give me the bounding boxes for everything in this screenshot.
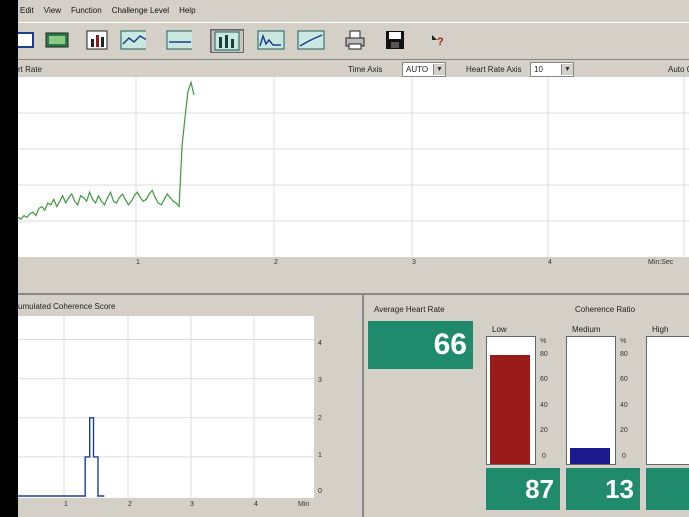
pct-tick: % bbox=[540, 338, 547, 345]
cs-x-tick: 1 bbox=[64, 501, 68, 508]
high-meter bbox=[646, 336, 689, 465]
pct-tick: 80 bbox=[620, 351, 628, 358]
spectrum-icon bbox=[257, 30, 285, 50]
spectrum-button[interactable] bbox=[256, 29, 286, 51]
hr-x-tick: 1 bbox=[136, 259, 140, 266]
cs-y-tick: 4 bbox=[318, 340, 322, 347]
print-icon bbox=[345, 30, 365, 50]
flat-graph-icon bbox=[166, 30, 192, 50]
menu-bar: Edit View Function Challenge Level Help bbox=[18, 0, 689, 20]
cs-x-unit: Min bbox=[298, 501, 310, 508]
cs-x-tick: 2 bbox=[128, 501, 132, 508]
pct-tick: 20 bbox=[620, 427, 628, 434]
menu-edit[interactable]: Edit bbox=[20, 6, 34, 15]
pct-tick: 40 bbox=[540, 402, 548, 409]
auto-label: Auto C bbox=[668, 65, 689, 74]
pct-tick: 80 bbox=[540, 351, 548, 358]
time-axis-value: AUTO bbox=[406, 65, 429, 74]
line-graph-button[interactable] bbox=[120, 29, 146, 51]
time-axis-label: Time Axis bbox=[348, 65, 383, 74]
help-icon: ? bbox=[432, 35, 444, 48]
low-meter-fill bbox=[490, 355, 530, 464]
pct-tick: 0 bbox=[622, 453, 626, 460]
hr-axis-select[interactable]: 10 ▼ bbox=[530, 62, 574, 77]
trend-icon bbox=[297, 30, 325, 50]
cs-y-tick: 0 bbox=[318, 488, 322, 495]
pct-tick: 60 bbox=[620, 376, 628, 383]
cs-x-tick: 4 bbox=[254, 501, 258, 508]
heart-rate-chart bbox=[18, 77, 689, 257]
hr-x-tick: 3 bbox=[412, 259, 416, 266]
flat-graph-button[interactable] bbox=[166, 29, 192, 51]
trend-button[interactable] bbox=[296, 29, 326, 51]
coherence-x-axis: 1 2 3 4 Min bbox=[18, 498, 318, 512]
low-value: 87 bbox=[486, 468, 560, 510]
medium-label: Medium bbox=[572, 325, 601, 334]
menu-function[interactable]: Function bbox=[71, 6, 102, 15]
pct-tick: 0 bbox=[542, 453, 546, 460]
monitor-button[interactable] bbox=[44, 29, 70, 51]
monitor-icon bbox=[45, 32, 69, 48]
coherence-score-title: umulated Coherence Score bbox=[18, 302, 116, 311]
medium-meter-fill bbox=[570, 447, 610, 464]
medium-value: 13 bbox=[566, 468, 640, 510]
medium-meter bbox=[566, 336, 616, 465]
help-button[interactable]: ? bbox=[424, 29, 450, 51]
coherence-y-axis: 4 3 2 1 0 bbox=[314, 316, 362, 506]
chevron-down-icon: ▼ bbox=[561, 64, 573, 75]
chevron-down-icon: ▼ bbox=[433, 64, 445, 75]
coherence-score-chart bbox=[18, 316, 314, 498]
hr-axis-value: 10 bbox=[534, 65, 543, 74]
pct-tick: 20 bbox=[540, 427, 548, 434]
panel-separator bbox=[18, 293, 689, 295]
avg-hr-value: 66 bbox=[368, 321, 473, 369]
time-axis-select[interactable]: AUTO ▼ bbox=[402, 62, 446, 77]
toolbar: ? bbox=[18, 22, 689, 60]
save-icon bbox=[386, 31, 404, 49]
cs-y-tick: 1 bbox=[318, 452, 322, 459]
hr-axis-label: Heart Rate Axis bbox=[466, 65, 522, 74]
hr-x-axis: 1 2 3 4 Min:Sec bbox=[18, 257, 689, 271]
hr-x-tick: 4 bbox=[548, 259, 552, 266]
app-window: Edit View Function Challenge Level Help bbox=[18, 0, 689, 517]
high-value bbox=[646, 468, 689, 510]
high-label: High bbox=[652, 325, 669, 334]
bar-chart-button[interactable] bbox=[84, 29, 110, 51]
cs-y-tick: 3 bbox=[318, 377, 322, 384]
display-button[interactable] bbox=[18, 29, 36, 51]
columns-button[interactable] bbox=[210, 29, 244, 53]
columns-icon bbox=[214, 31, 240, 51]
cs-y-tick: 2 bbox=[318, 415, 322, 422]
menu-view[interactable]: View bbox=[44, 6, 61, 15]
pct-tick: 60 bbox=[540, 376, 548, 383]
low-meter bbox=[486, 336, 536, 465]
hr-panel-title: rt Rate bbox=[18, 65, 43, 74]
print-button[interactable] bbox=[342, 29, 368, 51]
low-label: Low bbox=[492, 325, 507, 334]
line-graph-icon bbox=[120, 30, 146, 50]
hr-panel-header: rt Rate Time Axis AUTO ▼ Heart Rate Axis… bbox=[18, 60, 689, 77]
display-icon bbox=[18, 32, 34, 48]
menu-help[interactable]: Help bbox=[179, 6, 195, 15]
low-pct-scale: % 80 60 40 20 0 bbox=[538, 336, 552, 466]
menu-challenge-level[interactable]: Challenge Level bbox=[112, 6, 169, 15]
pct-tick: % bbox=[620, 338, 627, 345]
avg-hr-label: Average Heart Rate bbox=[374, 305, 445, 314]
hr-x-tick: 2 bbox=[274, 259, 278, 266]
cs-x-tick: 3 bbox=[190, 501, 194, 508]
coherence-score-plot bbox=[18, 316, 314, 498]
medium-pct-scale: % 80 60 40 20 0 bbox=[618, 336, 632, 466]
svg-text:?: ? bbox=[437, 36, 444, 48]
pct-tick: 40 bbox=[620, 402, 628, 409]
bar-chart-icon bbox=[86, 30, 108, 50]
save-button[interactable] bbox=[382, 29, 408, 51]
vertical-separator bbox=[362, 295, 364, 517]
hr-x-unit: Min:Sec bbox=[648, 259, 674, 266]
heart-rate-line bbox=[18, 80, 195, 220]
coherence-ratio-title: Coherence Ratio bbox=[575, 305, 636, 314]
heart-rate-plot bbox=[18, 77, 689, 257]
